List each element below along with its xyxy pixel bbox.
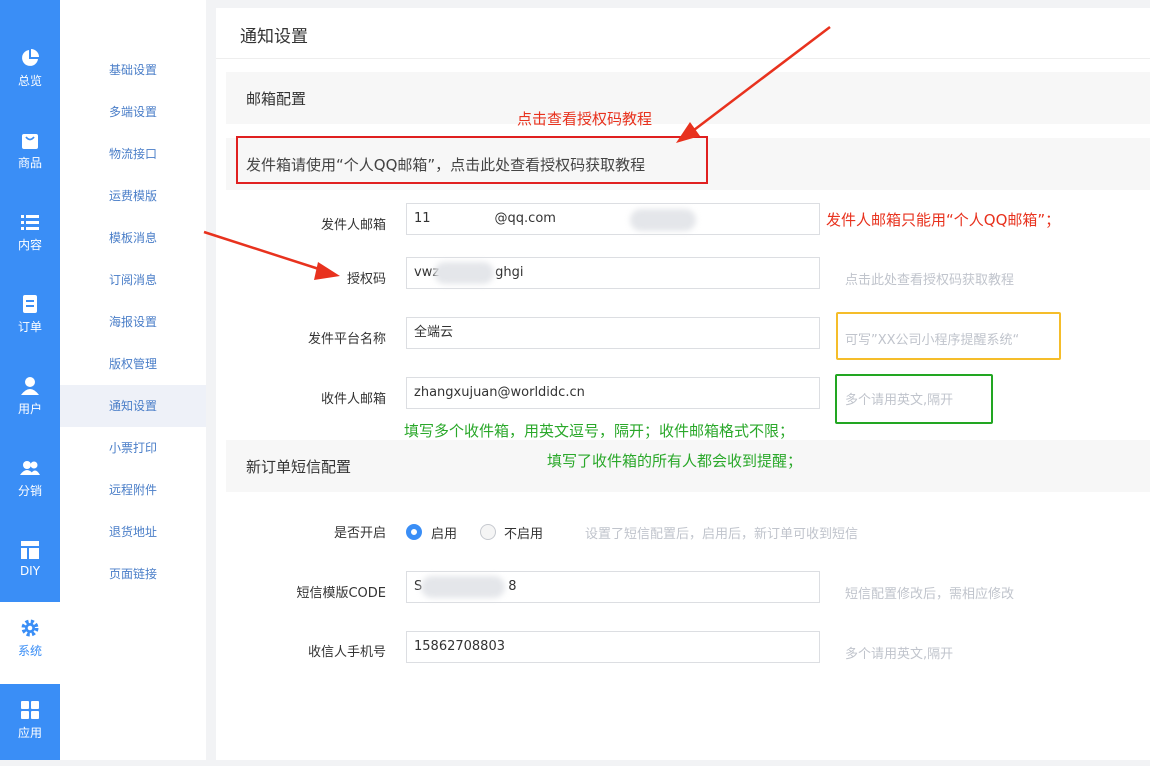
arrow-head	[314, 262, 340, 280]
arrow-line	[203, 230, 323, 272]
app-window: 总览 商品 内容 订单 用户 分销 DIY 系统 应用 基础设置 多端设置 物流…	[0, 0, 1150, 760]
arrow-head	[676, 122, 700, 143]
annotation-arrows	[203, 26, 831, 280]
arrow-line	[693, 26, 831, 131]
